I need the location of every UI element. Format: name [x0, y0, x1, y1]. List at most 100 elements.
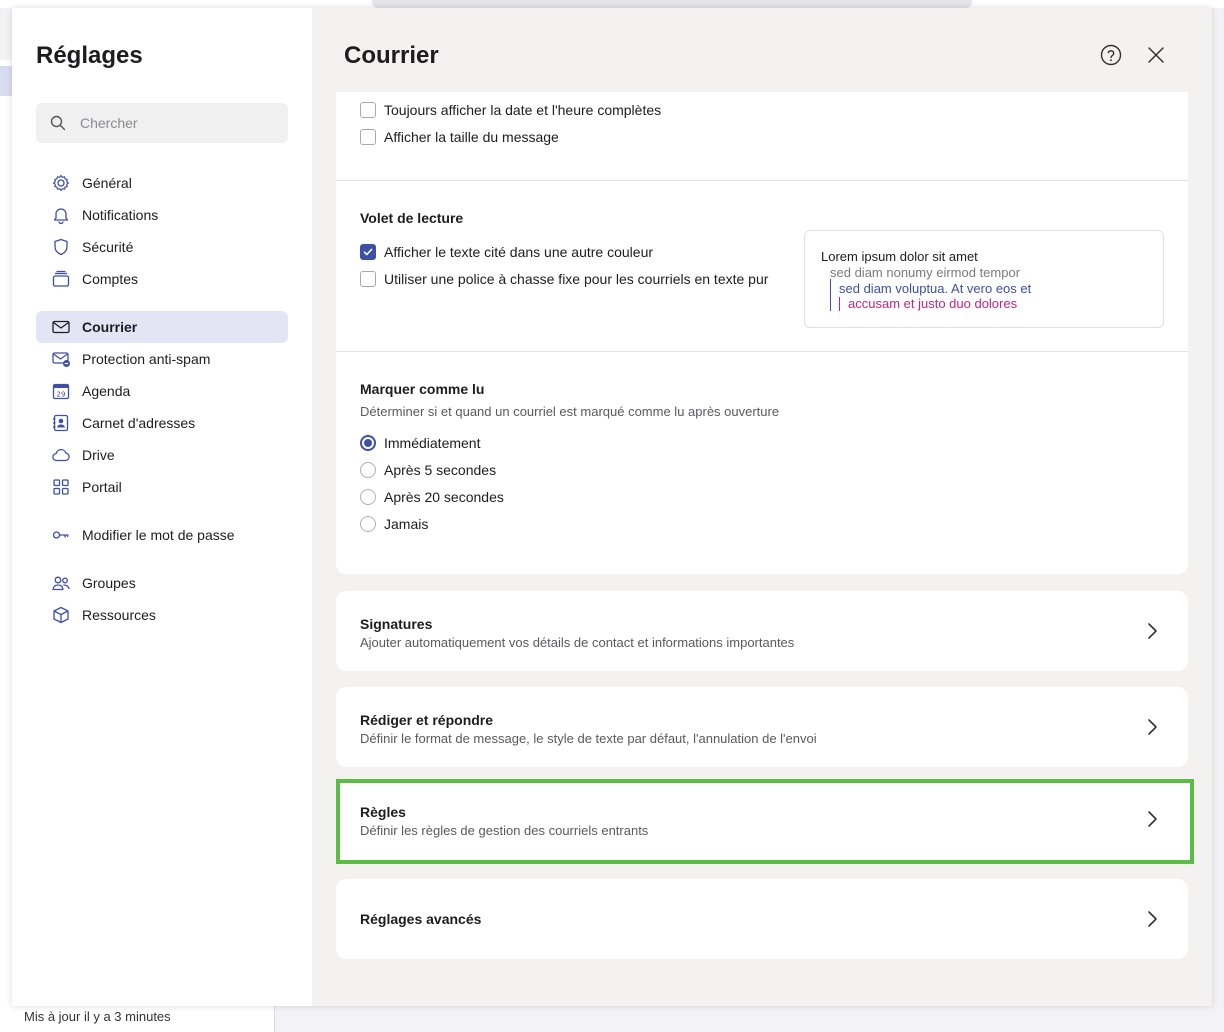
radio-after-20-seconds[interactable]: Après 20 secondes	[360, 489, 504, 505]
option-label: Immédiatement	[384, 435, 481, 451]
radio-immediately[interactable]: Immédiatement	[360, 435, 480, 451]
cube-icon	[51, 605, 71, 625]
preview-line: sed diam nonumy eirmod tempor	[830, 265, 1021, 280]
settings-dialog: Réglages Général Notifications Sécurité …	[12, 8, 1212, 1006]
card-title: Règles	[360, 804, 406, 820]
page-title: Courrier	[344, 42, 439, 69]
checkbox-checked[interactable]	[360, 244, 376, 260]
preview-line: sed diam voluptua. At vero eos et	[839, 281, 1032, 296]
sidebar-item-label: Courrier	[82, 319, 138, 335]
help-icon	[1100, 44, 1122, 66]
close-button[interactable]	[1146, 45, 1166, 65]
section-divider	[336, 351, 1188, 352]
chevron-right-icon	[1148, 719, 1157, 735]
bell-icon	[51, 205, 71, 225]
card-compose-reply[interactable]: Rédiger et répondre Définir le format de…	[336, 687, 1188, 767]
sidebar-item-change-password[interactable]: Modifier le mot de passe	[36, 519, 288, 551]
accounts-icon	[51, 269, 71, 289]
search-icon	[50, 115, 66, 131]
option-label: Après 20 secondes	[384, 489, 504, 505]
option-label: Toujours afficher la date et l'heure com…	[384, 102, 662, 118]
card-subtitle: Définir le format de message, le style d…	[360, 731, 817, 746]
search-input[interactable]	[80, 115, 280, 131]
sidebar-item-groups[interactable]: Groupes	[36, 567, 288, 599]
sidebar-item-notifications[interactable]: Notifications	[36, 199, 288, 231]
help-button[interactable]	[1100, 44, 1122, 66]
sidebar-item-label: Protection anti-spam	[82, 351, 211, 367]
option-full-datetime[interactable]: Toujours afficher la date et l'heure com…	[360, 102, 661, 118]
radio[interactable]	[360, 462, 376, 478]
option-quoted-color[interactable]: Afficher le texte cité dans une autre co…	[360, 244, 653, 260]
option-label: Afficher la taille du message	[384, 129, 559, 145]
radio-after-5-seconds[interactable]: Après 5 secondes	[360, 462, 496, 478]
mail-settings-panel: Toujours afficher la date et l'heure com…	[336, 92, 1188, 574]
settings-content: Courrier Toujours afficher la date et l'…	[312, 8, 1212, 1006]
sidebar-item-label: Général	[82, 175, 132, 191]
option-label: Après 5 secondes	[384, 462, 497, 478]
cloud-icon	[51, 445, 71, 465]
group-icon	[51, 573, 71, 593]
preview-line: Lorem ipsum dolor sit amet	[821, 249, 978, 264]
settings-search[interactable]	[36, 103, 288, 143]
sidebar-item-label: Modifier le mot de passe	[82, 527, 235, 543]
settings-sidebar: Réglages Général Notifications Sécurité …	[12, 8, 312, 1006]
option-message-size[interactable]: Afficher la taille du message	[360, 129, 559, 145]
sidebar-item-label: Notifications	[82, 207, 159, 223]
close-icon	[1148, 47, 1164, 63]
quote-preview: Lorem ipsum dolor sit amet sed diam nonu…	[804, 230, 1164, 328]
radio-never[interactable]: Jamais	[360, 516, 428, 532]
sidebar-item-label: Agenda	[82, 383, 131, 399]
sidebar-item-calendar[interactable]: 29 Agenda	[36, 375, 288, 407]
card-rules[interactable]: Règles Définir les règles de gestion des…	[336, 779, 1194, 864]
sidebar-item-anti-spam[interactable]: Protection anti-spam	[36, 343, 288, 375]
sidebar-item-general[interactable]: Général	[36, 167, 288, 199]
sidebar-item-label: Comptes	[82, 271, 139, 287]
checkbox[interactable]	[360, 102, 376, 118]
sidebar-title: Réglages	[36, 42, 143, 69]
card-advanced-settings[interactable]: Réglages avancés	[336, 879, 1188, 959]
option-label: Jamais	[384, 516, 429, 532]
checkbox[interactable]	[360, 129, 376, 145]
sidebar-item-portal[interactable]: Portail	[36, 471, 288, 503]
check-icon	[363, 248, 373, 256]
sidebar-item-accounts[interactable]: Comptes	[36, 263, 288, 295]
sidebar-item-label: Groupes	[82, 575, 136, 591]
background-tab	[0, 66, 12, 96]
preview-quote-level-2: accusam et justo duo dolores	[839, 297, 1017, 311]
gear-icon	[51, 173, 71, 193]
card-subtitle: Définir les règles de gestion des courri…	[360, 823, 649, 838]
mark-read-title: Marquer comme lu	[360, 381, 485, 397]
sidebar-item-security[interactable]: Sécurité	[36, 231, 288, 263]
card-signatures[interactable]: Signatures Ajouter automatiquement vos d…	[336, 591, 1188, 671]
option-monospace-font[interactable]: Utiliser une police à chasse fixe pour l…	[360, 271, 768, 287]
sync-status: Mis à jour il y a 3 minutes	[24, 1009, 171, 1024]
mark-read-subtitle: Déterminer si et quand un courriel est m…	[360, 404, 780, 419]
spam-mail-icon	[51, 349, 71, 369]
sidebar-item-address-book[interactable]: Carnet d'adresses	[36, 407, 288, 439]
card-title: Signatures	[360, 616, 433, 632]
background-search-bar	[372, 0, 972, 8]
sidebar-item-label: Sécurité	[82, 239, 134, 255]
radio[interactable]	[360, 516, 376, 532]
sidebar-item-resources[interactable]: Ressources	[36, 599, 288, 631]
chevron-right-icon	[1148, 811, 1157, 827]
card-title: Réglages avancés	[360, 911, 482, 927]
sidebar-item-label: Ressources	[82, 607, 156, 623]
sidebar-item-drive[interactable]: Drive	[36, 439, 288, 471]
chevron-right-icon	[1148, 911, 1157, 927]
grid-icon	[51, 477, 71, 497]
reading-pane-title: Volet de lecture	[360, 210, 464, 226]
sidebar-item-label: Drive	[82, 447, 115, 463]
card-title: Rédiger et répondre	[360, 712, 494, 728]
address-book-icon	[51, 413, 71, 433]
sidebar-item-mail[interactable]: Courrier	[36, 311, 288, 343]
radio-selected[interactable]	[360, 435, 376, 451]
calendar-icon-day: 29	[57, 391, 66, 399]
sidebar-item-label: Carnet d'adresses	[82, 415, 196, 431]
option-label: Afficher le texte cité dans une autre co…	[384, 244, 654, 260]
radio[interactable]	[360, 489, 376, 505]
section-divider	[336, 180, 1188, 181]
preview-quote-level-1: sed diam voluptua. At vero eos et accusa…	[830, 279, 1031, 311]
checkbox[interactable]	[360, 271, 376, 287]
settings-nav: Général Notifications Sécurité Comptes C…	[36, 167, 288, 631]
